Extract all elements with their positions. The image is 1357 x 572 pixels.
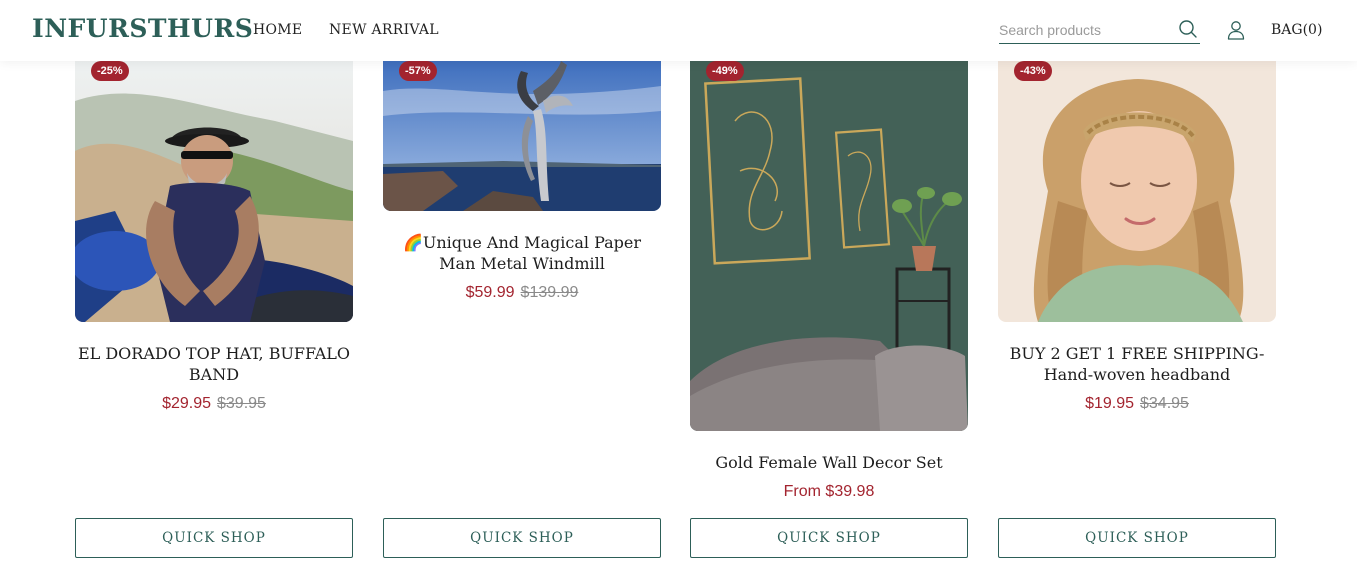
sale-price: $19.95 <box>1085 395 1134 412</box>
search-bar <box>999 16 1200 44</box>
price-row: $19.95 $34.95 <box>998 395 1276 413</box>
sale-price: $29.95 <box>162 395 211 412</box>
discount-badge: -25% <box>91 61 129 81</box>
sale-price: $59.99 <box>465 284 515 301</box>
user-account-icon[interactable] <box>1226 20 1246 40</box>
product-image[interactable] <box>383 61 661 211</box>
search-input[interactable] <box>999 20 1169 40</box>
product-photo-biker <box>75 61 353 322</box>
compare-price: $139.99 <box>520 284 579 301</box>
product-image[interactable] <box>75 61 353 322</box>
compare-price: $34.95 <box>1140 395 1189 412</box>
discount-badge: -49% <box>706 61 744 81</box>
price-row: From $39.98 <box>690 483 968 501</box>
sale-price: From $39.98 <box>783 483 875 500</box>
product-title[interactable]: BUY 2 GET 1 FREE SHIPPING-Hand-woven hea… <box>998 343 1276 385</box>
product-photo-wall-decor <box>690 61 968 431</box>
cart-bag-link[interactable]: BAG(0) <box>1271 22 1322 38</box>
nav-home[interactable]: HOME <box>253 22 302 38</box>
product-title[interactable]: EL DORADO TOP HAT, BUFFALO BAND <box>75 343 353 385</box>
search-icon[interactable] <box>1178 19 1198 39</box>
quick-shop-button[interactable]: QUICK SHOP <box>998 518 1276 558</box>
product-title[interactable]: Gold Female Wall Decor Set <box>690 452 968 473</box>
nav-new-arrival[interactable]: NEW ARRIVAL <box>329 22 439 38</box>
product-image[interactable] <box>690 61 968 431</box>
site-logo[interactable]: INFURSTHURS <box>32 14 253 43</box>
discount-badge: -57% <box>399 61 437 81</box>
quick-shop-button[interactable]: QUICK SHOP <box>75 518 353 558</box>
quick-shop-button[interactable]: QUICK SHOP <box>383 518 661 558</box>
product-title[interactable]: 🌈Unique And Magical Paper Man Metal Wind… <box>383 232 661 274</box>
compare-price: $39.95 <box>217 395 266 412</box>
discount-badge: -43% <box>1014 61 1052 81</box>
site-header: INFURSTHURS HOME NEW ARRIVAL BAG(0) <box>0 0 1357 61</box>
product-image[interactable] <box>998 61 1276 322</box>
product-photo-headband <box>998 61 1276 322</box>
price-row: $29.95 $39.95 <box>75 395 353 413</box>
product-photo-sculpture <box>383 61 661 211</box>
quick-shop-button[interactable]: QUICK SHOP <box>690 518 968 558</box>
price-row: $59.99 $139.99 <box>383 284 661 302</box>
